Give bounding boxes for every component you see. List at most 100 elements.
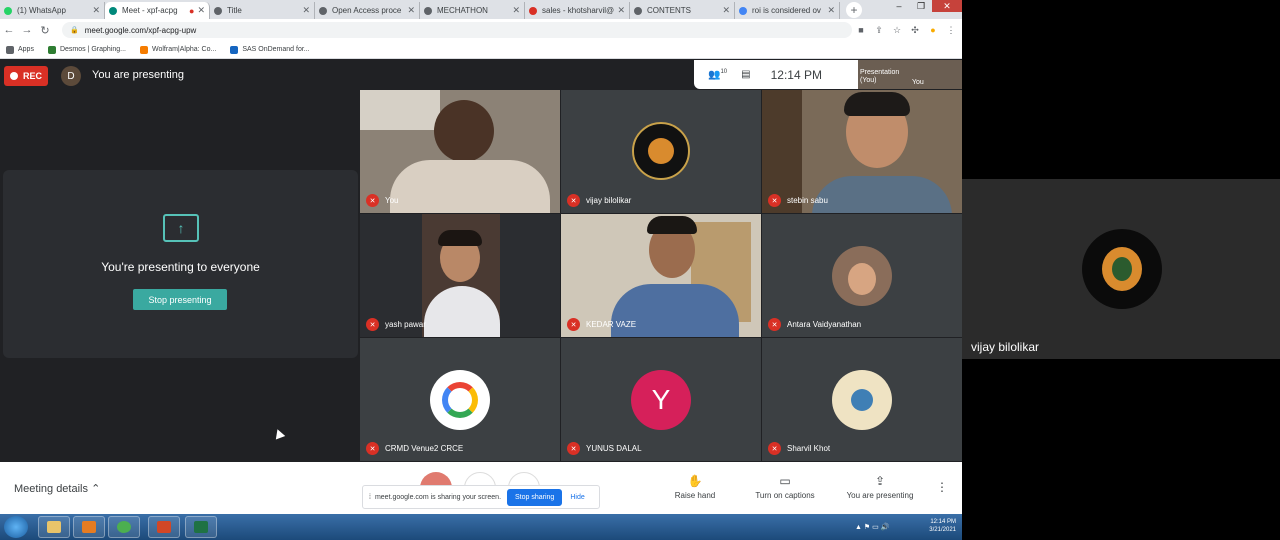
tab-gmail[interactable]: sales - khotsharvil@ ✕ [525,2,630,19]
participant-tile[interactable]: ✕ Sharvil Khot [762,338,962,461]
avatar [832,370,892,430]
bookmark-wolfram[interactable]: Wolfram|Alpha: Co... [139,45,216,54]
chrome-taskbar-button[interactable] [108,516,140,538]
more-options-icon[interactable]: ⋮ [936,480,948,494]
extensions-icon[interactable]: ✣ [906,25,924,36]
close-icon[interactable]: ✕ [407,5,415,16]
mic-off-icon: ✕ [768,318,781,331]
captions-button[interactable]: ▭ Turn on captions [740,474,830,500]
url-text: meet.google.com/xpf-acpg-upw [84,25,197,35]
apps-icon [6,45,14,54]
participant-tile[interactable]: Y ✕ YUNUS DALAL [561,338,761,461]
tab-contents[interactable]: CONTENTS ✕ [630,2,735,19]
self-view-thumbnail[interactable]: Presentation (You) You [858,60,962,89]
tab-meet[interactable]: Meet - xpf-acpg ● ✕ [105,2,210,19]
mic-off-icon: ✕ [567,442,580,455]
bookmark-sas[interactable]: SAS OnDemand for... [230,45,310,54]
mic-off-icon: ✕ [567,194,580,207]
powerpoint-icon [157,521,171,533]
taskbar-clock[interactable]: 12:14 PM 3/21/2021 [929,518,956,534]
presentation-panel: ↑ You're presenting to everyone Stop pre… [3,170,358,358]
reload-icon[interactable]: ↻ [36,24,54,37]
globe-icon [214,6,222,15]
window-close-button[interactable]: ✕ [932,0,962,12]
drag-handle-icon[interactable]: ⁞ [369,494,371,501]
address-bar[interactable]: 🔒 meet.google.com/xpf-acpg-upw [62,22,852,38]
tab-google-search[interactable]: roi is considered ov ✕ [735,2,840,19]
close-icon[interactable]: ✕ [302,5,310,16]
maximize-button[interactable]: ❐ [910,0,932,12]
lock-icon: 🔒 [70,27,79,34]
close-icon[interactable]: ✕ [617,5,625,16]
tab-title[interactable]: Title ✕ [210,2,315,19]
meet-stage: REC D You are presenting 👥10 ▤ 12:14 PM … [0,60,962,462]
whatsapp-icon [4,6,12,15]
media-player-taskbar-button[interactable] [73,516,105,538]
participant-tile[interactable]: ✕ KEDAR VAZE [561,214,761,337]
system-tray-icons[interactable]: ▲ ⚑ ▭ 🔊 [855,523,889,531]
excel-icon [194,521,208,533]
chat-icon[interactable]: ▤ [741,69,750,80]
back-icon[interactable]: ← [0,24,18,36]
present-button[interactable]: ⇪ You are presenting [835,474,925,500]
screen: (1) WhatsApp ✕ Meet - xpf-acpg ● ✕ Title ✕ O… [0,0,1280,540]
participant-tile[interactable]: ✕ yash pawar [360,214,560,337]
chrome-icon [117,521,131,533]
share-icon[interactable]: ⇪ [870,25,888,36]
participant-tile[interactable]: ✕ vijay bilolikar [561,90,761,213]
close-icon[interactable]: ✕ [197,5,205,16]
avatar [1082,229,1162,309]
new-tab-button[interactable]: + [846,2,862,18]
meeting-details-button[interactable]: Meeting details ⌃ [14,482,100,495]
menu-icon[interactable]: ⋮ [942,25,960,36]
spotlight-panel: vijay bilolikar [962,179,1280,359]
chrome-window: (1) WhatsApp ✕ Meet - xpf-acpg ● ✕ Title ✕ O… [0,0,962,540]
bookmarks-bar: Apps Desmos | Graphing... Wolfram|Alpha:… [0,41,962,59]
avatar: Y [631,370,691,430]
captions-icon: ▭ [779,474,791,488]
explorer-taskbar-button[interactable] [38,516,70,538]
clock-text: 12:14 PM [770,67,822,82]
profile-icon[interactable]: ● [924,25,942,35]
participant-grid: ✕ You ✕ vijay bilolikar ✕ stebin sabu ✕ … [360,90,962,462]
tab-open-access[interactable]: Open Access proce ✕ [315,2,420,19]
google-icon [739,6,747,15]
mic-off-icon: ✕ [567,318,580,331]
wolfram-icon [139,45,148,54]
presenting-message: You're presenting to everyone [101,260,260,274]
raise-hand-button[interactable]: ✋ Raise hand [650,474,740,500]
minimize-button[interactable]: – [888,0,910,12]
close-icon[interactable]: ✕ [722,5,730,16]
close-icon[interactable]: ✕ [512,5,520,16]
avatar [832,246,892,306]
presenting-banner: You are presenting [92,69,184,81]
star-icon[interactable]: ☆ [888,25,906,36]
mic-off-icon: ✕ [768,194,781,207]
tab-whatsapp[interactable]: (1) WhatsApp ✕ [0,2,105,19]
windows-taskbar: ▲ ⚑ ▭ 🔊 12:14 PM 3/21/2021 [0,514,962,540]
window-controls: – ❐ ✕ [888,0,962,12]
avatar: D [61,66,81,86]
mic-off-icon: ✕ [366,318,379,331]
participant-tile[interactable]: ✕ stebin sabu [762,90,962,213]
tab-mechathon[interactable]: MECHATHON ✕ [420,2,525,19]
hide-button[interactable]: Hide [570,494,584,501]
camera-icon[interactable]: ■ [852,25,870,35]
powerpoint-taskbar-button[interactable] [148,516,180,538]
forward-icon[interactable]: → [18,24,36,36]
stop-presenting-button[interactable]: Stop presenting [133,289,227,310]
start-button[interactable] [4,516,28,538]
close-icon[interactable]: ✕ [92,5,100,16]
folder-icon [47,521,61,533]
participant-tile[interactable]: ✕ Antara Vaidyanathan [762,214,962,337]
meet-icon [109,6,117,15]
screen-share-notification: ⁞ meet.google.com is sharing your screen… [362,485,600,509]
stop-sharing-button[interactable]: Stop sharing [507,488,563,506]
bookmark-apps[interactable]: Apps [6,45,34,54]
participant-tile[interactable]: ✕ CRMD Venue2 CRCE [360,338,560,461]
participant-tile[interactable]: ✕ You [360,90,560,213]
people-icon[interactable]: 👥10 [708,69,727,80]
excel-taskbar-button[interactable] [185,516,217,538]
bookmark-desmos[interactable]: Desmos | Graphing... [47,45,126,54]
close-icon[interactable]: ✕ [827,5,835,16]
